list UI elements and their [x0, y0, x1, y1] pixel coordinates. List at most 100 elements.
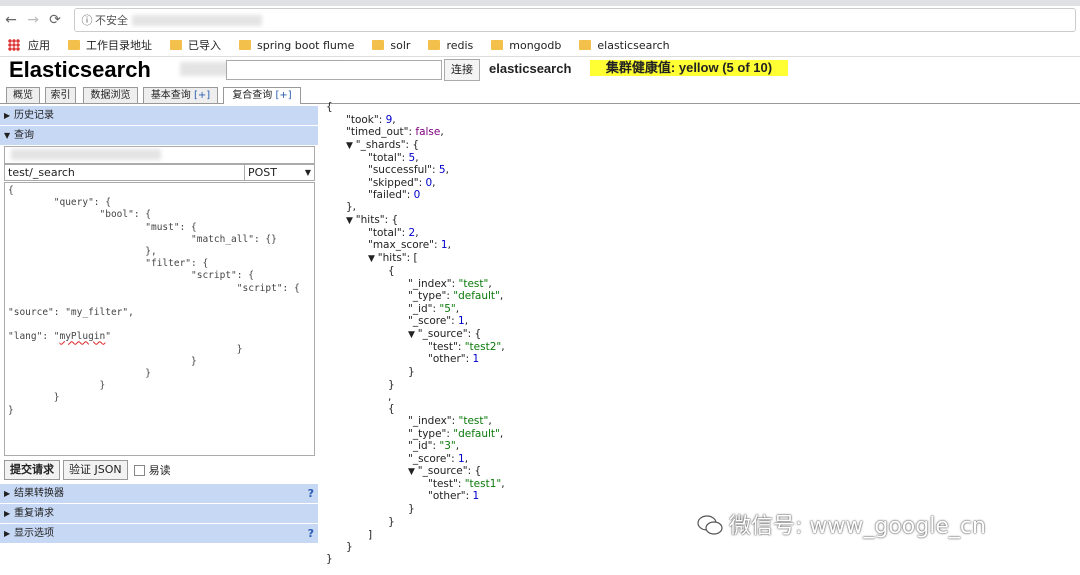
tab-plus: [+]: [275, 90, 292, 101]
editor-line: }: [8, 392, 60, 404]
query-panel: ▶ 历史记录 ▼ 查询 test/_search POST ▼ { "query": …: [0, 104, 318, 544]
repeat-request-header[interactable]: ▶ 重复请求: [0, 504, 318, 523]
json-brace: },: [346, 201, 357, 213]
folder-icon: [372, 40, 385, 50]
editor-line: "match_all": {}: [8, 233, 277, 245]
bookmark-folder[interactable]: spring boot flume: [239, 39, 354, 52]
request-actions: 提交请求 验证 JSON 易读: [4, 460, 171, 480]
expand-arrow-icon: ▶: [4, 529, 11, 538]
bookmark-folder[interactable]: mongodb: [491, 39, 561, 52]
folder-icon: [428, 40, 441, 50]
wechat-watermark: 微信号: www_google_cn: [697, 508, 986, 540]
json-line-index: "_index": "test",: [408, 278, 492, 290]
back-icon[interactable]: ←: [0, 12, 22, 28]
expand-arrow-icon: ▶: [4, 509, 11, 518]
help-icon[interactable]: ?: [308, 524, 314, 543]
editor-line: },: [8, 246, 157, 258]
json-line-id: "_id": "5",: [408, 303, 460, 315]
browser-toolbar: ← → ⟳ ⓘ 不安全: [0, 6, 1080, 34]
display-options-header[interactable]: ▶ 显示选项?: [0, 524, 318, 543]
collapse-arrow-icon: ▼: [4, 131, 11, 140]
json-line-score: "_score": 1,: [408, 453, 469, 465]
json-line-other: "other": 1: [428, 490, 480, 502]
json-line-hits: ▼ "hits": {: [346, 214, 399, 226]
editor-line: "filter": {: [8, 258, 209, 270]
json-line-source: ▼ "_source": {: [408, 328, 482, 340]
forward-icon[interactable]: →: [22, 12, 44, 28]
expand-arrow-icon: ▶: [4, 489, 11, 498]
apps-grid-icon: [8, 39, 20, 51]
cluster-health-badge: 集群健康值: yellow (5 of 10): [590, 60, 788, 76]
bookmark-folder[interactable]: solr: [372, 39, 410, 52]
query-body-text: { "query": { "bool": { "must": { "match_…: [5, 183, 314, 419]
connect-button[interactable]: 连接: [444, 59, 480, 81]
tab-indices[interactable]: 索引: [45, 87, 76, 103]
reload-icon[interactable]: ⟳: [44, 12, 66, 28]
history-section-header[interactable]: ▶ 历史记录: [0, 106, 318, 125]
json-brace: }: [408, 503, 415, 515]
bookmark-folder[interactable]: elasticsearch: [579, 39, 670, 52]
json-brace: {: [326, 101, 333, 113]
collapse-triangle-icon[interactable]: ▼: [346, 216, 356, 226]
json-line-index: "_index": "test",: [408, 415, 492, 427]
cluster-name: elasticsearch: [489, 61, 572, 76]
json-bracket: ]: [368, 529, 373, 541]
editor-line: }: [8, 404, 14, 416]
json-line-type: "_type": "default",: [408, 290, 504, 302]
json-line-hits-total: "total": 2,: [368, 227, 419, 239]
folder-icon: [491, 40, 504, 50]
cluster-url-input[interactable]: [226, 60, 442, 80]
json-line-shards: ▼ "_shards": {: [346, 139, 420, 151]
folder-icon: [68, 40, 80, 50]
folder-icon: [170, 40, 182, 50]
query-section-header[interactable]: ▼ 查询: [0, 126, 318, 145]
json-line-type: "_type": "default",: [408, 428, 504, 440]
bookmark-folder[interactable]: redis: [428, 39, 473, 52]
query-body-editor[interactable]: { "query": { "bool": { "must": { "match_…: [4, 182, 315, 456]
collapse-triangle-icon[interactable]: ▼: [408, 330, 418, 340]
bookmark-apps[interactable]: 应用: [8, 37, 50, 53]
json-line-source: ▼ "_source": {: [408, 465, 482, 477]
json-line-took: "took": 9,: [346, 114, 396, 126]
tab-basic-query[interactable]: 基本查询 [+]: [143, 87, 218, 103]
tab-compound-query[interactable]: 复合查询 [+]: [223, 87, 301, 104]
json-line-test: "test": "test2",: [428, 341, 505, 353]
editor-line: "query": {: [8, 197, 111, 209]
json-line-timed-out: "timed_out": false,: [346, 126, 444, 138]
json-brace: }: [326, 553, 333, 565]
info-icon[interactable]: ⓘ: [79, 12, 95, 28]
json-line-shards-total: "total": 5,: [368, 152, 419, 164]
collapse-triangle-icon[interactable]: ▼: [408, 467, 418, 477]
editor-line: }: [8, 355, 197, 367]
json-line-shards-skipped: "skipped": 0,: [368, 177, 436, 189]
editor-line: }: [8, 380, 106, 392]
json-line-shards-failed: "failed": 0: [368, 189, 421, 201]
pretty-label: 易读: [148, 464, 171, 477]
expand-arrow-icon: ▶: [4, 111, 11, 120]
collapse-triangle-icon[interactable]: ▼: [346, 141, 356, 151]
json-line-max-score: "max_score": 1,: [368, 239, 451, 251]
app-title: Elasticsearch: [9, 57, 151, 82]
editor-line: "script": {: [8, 282, 300, 294]
request-path-input[interactable]: test/_search: [4, 164, 246, 181]
validate-json-button[interactable]: 验证 JSON: [63, 460, 128, 480]
submit-request-button[interactable]: 提交请求: [4, 460, 60, 480]
json-line-id: "_id": "3",: [408, 440, 460, 452]
wechat-icon: [697, 515, 723, 535]
collapse-triangle-icon[interactable]: ▼: [368, 254, 378, 264]
server-url-field[interactable]: [4, 146, 315, 164]
bookmark-folder[interactable]: 工作目录地址: [68, 37, 152, 53]
json-line-score: "_score": 1,: [408, 315, 469, 327]
tab-overview[interactable]: 概览: [6, 87, 40, 103]
editor-line: "source": "my_filter",: [8, 307, 134, 319]
tab-browser[interactable]: 数据浏览: [83, 87, 138, 103]
dropdown-arrow-icon: ▼: [304, 168, 311, 177]
json-line-shards-successful: "successful": 5,: [368, 164, 449, 176]
method-select[interactable]: POST ▼: [244, 164, 315, 181]
address-bar[interactable]: ⓘ 不安全: [74, 8, 1076, 32]
help-icon[interactable]: ?: [308, 484, 314, 503]
editor-line: }: [8, 343, 243, 355]
pretty-checkbox[interactable]: [133, 464, 145, 476]
bookmark-folder[interactable]: 已导入: [170, 37, 221, 53]
result-transformer-header[interactable]: ▶ 结果转换器?: [0, 484, 318, 503]
